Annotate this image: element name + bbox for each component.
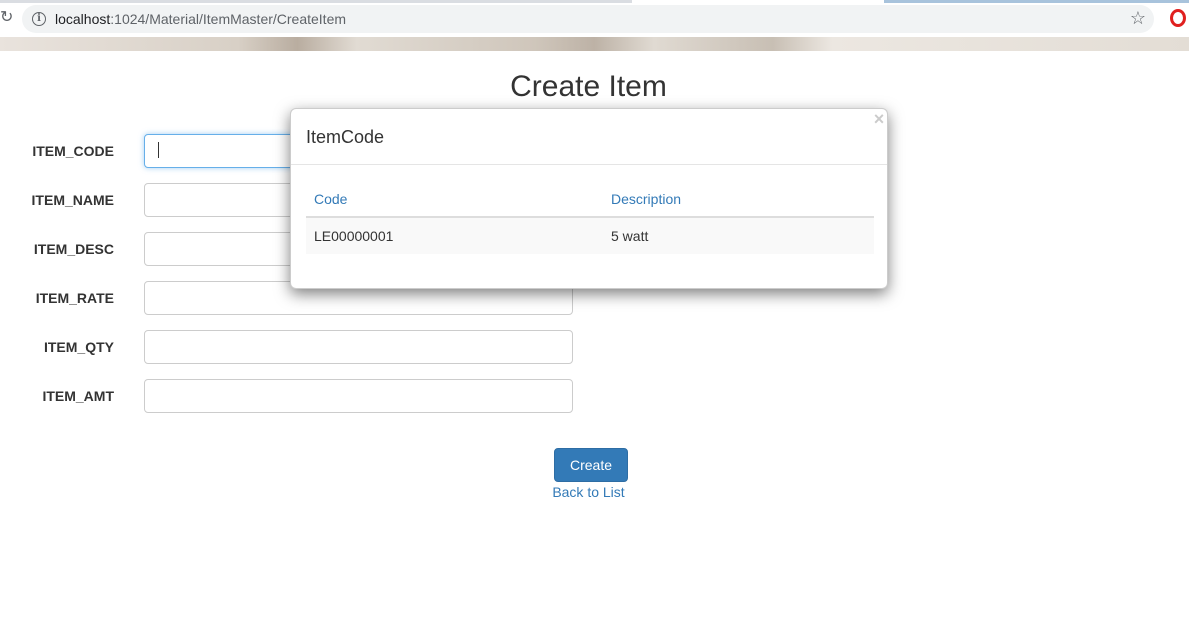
- item-name-label: ITEM_NAME: [31, 192, 114, 208]
- form-row-item-amt: ITEM_AMT: [0, 379, 600, 413]
- table-row[interactable]: LE00000001 5 watt: [306, 217, 874, 254]
- cell-description[interactable]: 5 watt: [603, 217, 874, 254]
- create-button[interactable]: Create: [554, 448, 628, 482]
- info-icon[interactable]: i: [32, 12, 46, 26]
- tab-strip: [0, 0, 632, 3]
- modal-title: ItemCode: [306, 127, 385, 147]
- url-path: :1024/Material/ItemMaster/CreateItem: [110, 11, 347, 27]
- text-caret: [158, 142, 159, 158]
- item-code-label: ITEM_CODE: [32, 143, 114, 159]
- item-amt-label: ITEM_AMT: [42, 388, 114, 404]
- column-header-description[interactable]: Description: [603, 181, 874, 218]
- cell-code[interactable]: LE00000001: [306, 217, 603, 254]
- star-icon[interactable]: ☆: [1130, 8, 1146, 28]
- header-banner-image: [0, 37, 1189, 51]
- column-header-code[interactable]: Code: [306, 181, 603, 218]
- page-title: Create Item: [510, 70, 667, 103]
- opera-icon[interactable]: [1170, 9, 1186, 27]
- address-bar[interactable]: i localhost:1024/Material/ItemMaster/Cre…: [22, 5, 1154, 33]
- item-code-modal: ItemCode × Code Description LE00000001 5…: [290, 108, 888, 289]
- close-icon[interactable]: ×: [871, 109, 887, 129]
- reload-icon[interactable]: ↻: [0, 9, 12, 27]
- tab-strip-active: [884, 0, 1189, 3]
- item-amt-input[interactable]: [144, 379, 573, 413]
- item-desc-label: ITEM_DESC: [33, 241, 114, 257]
- url-text[interactable]: localhost:1024/Material/ItemMaster/Creat…: [55, 11, 346, 27]
- item-qty-input[interactable]: [144, 330, 573, 364]
- modal-header: ItemCode: [291, 109, 887, 165]
- table-header-row: Code Description: [306, 181, 874, 218]
- browser-toolbar: ↻ i localhost:1024/Material/ItemMaster/C…: [0, 0, 1189, 37]
- url-host: localhost: [55, 11, 111, 27]
- back-to-list-link[interactable]: Back to List: [0, 484, 1177, 500]
- item-rate-label: ITEM_RATE: [35, 290, 114, 306]
- form-row-item-qty: ITEM_QTY: [0, 330, 600, 364]
- item-code-table: Code Description LE00000001 5 watt: [306, 181, 874, 254]
- item-qty-label: ITEM_QTY: [43, 339, 114, 355]
